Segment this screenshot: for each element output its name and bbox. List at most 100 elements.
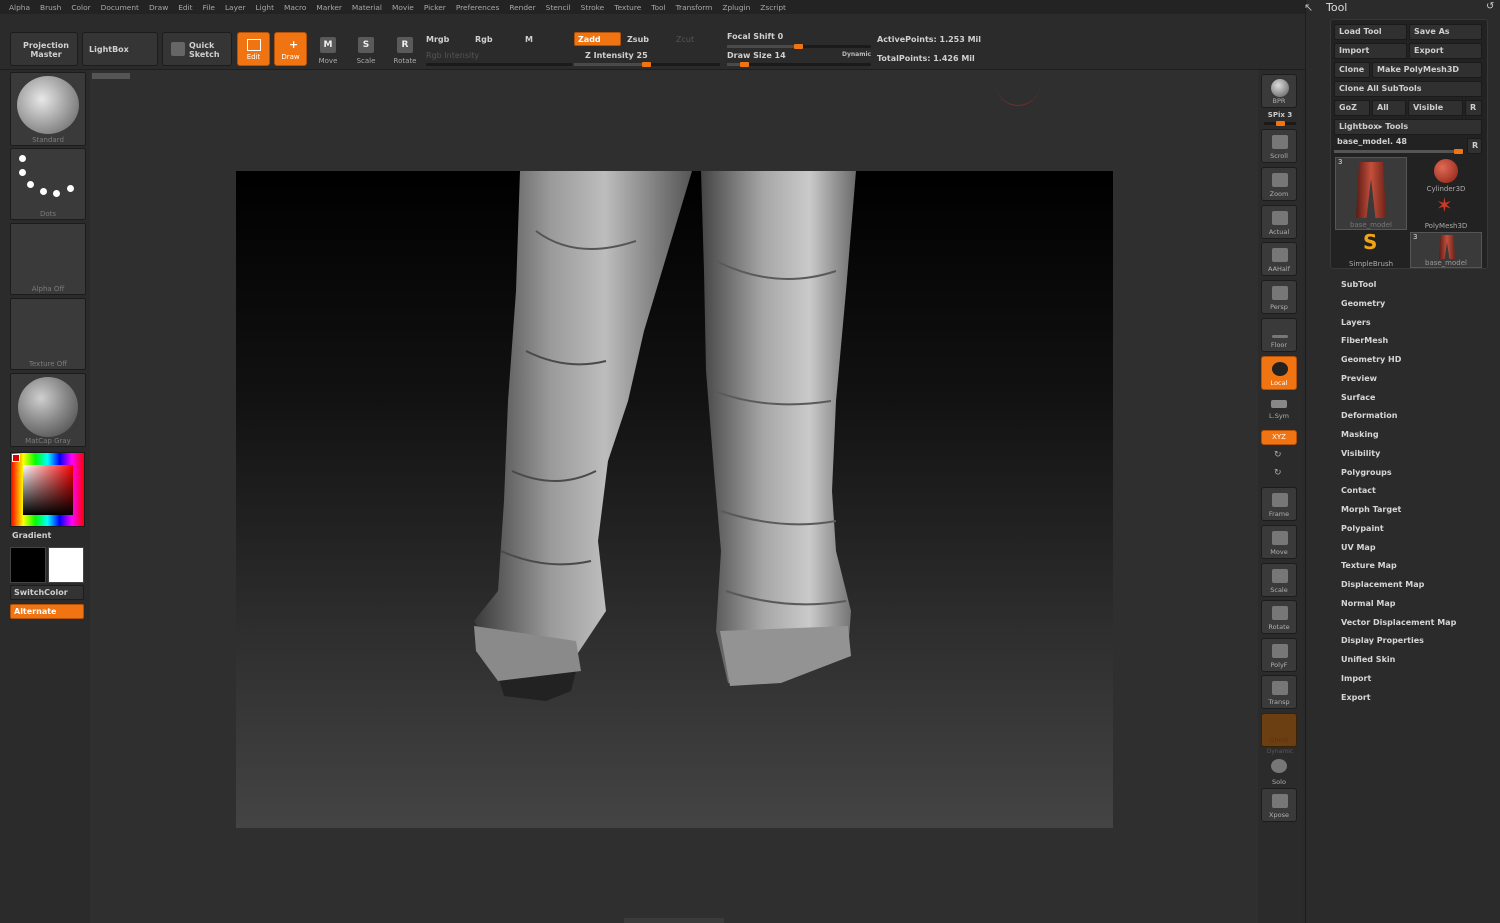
- menu-geometry-hd[interactable]: Geometry HD: [1341, 355, 1401, 364]
- menu-material[interactable]: Material: [352, 3, 382, 12]
- menu-picker[interactable]: Picker: [424, 3, 446, 12]
- rgb-button[interactable]: Rgb: [475, 35, 493, 44]
- local-button[interactable]: Local: [1261, 356, 1297, 390]
- mrgb-button[interactable]: Mrgb: [426, 35, 449, 44]
- menu-polypaint[interactable]: Polypaint: [1341, 524, 1384, 533]
- frame-button[interactable]: Frame: [1261, 487, 1297, 521]
- texture-picker[interactable]: Texture Off: [10, 298, 86, 370]
- tool-tile-cylinder3d[interactable]: Cylinder3D: [1410, 157, 1482, 193]
- menu-brush[interactable]: Brush: [40, 3, 61, 12]
- menu-zplugin[interactable]: Zplugin: [722, 3, 750, 12]
- document-canvas[interactable]: [90, 70, 1258, 923]
- tool-tile-base-model[interactable]: 3 base_model: [1335, 157, 1407, 230]
- menu-preferences[interactable]: Preferences: [456, 3, 499, 12]
- menu-uv-map[interactable]: UV Map: [1341, 543, 1376, 552]
- projection-master-button[interactable]: Projection Master: [10, 32, 78, 66]
- menu-stencil[interactable]: Stencil: [546, 3, 571, 12]
- visible-button[interactable]: Visible: [1408, 100, 1463, 116]
- z-intensity-slider[interactable]: [574, 62, 720, 67]
- menu-deformation[interactable]: Deformation: [1341, 411, 1397, 420]
- bottom-scroll-handle[interactable]: [624, 918, 724, 923]
- menu-normal-map[interactable]: Normal Map: [1341, 599, 1395, 608]
- actual-button[interactable]: Actual: [1261, 205, 1297, 239]
- draw-button[interactable]: + Draw: [274, 32, 307, 66]
- menu-texture[interactable]: Texture: [614, 3, 641, 12]
- menu-zscript[interactable]: Zscript: [760, 3, 786, 12]
- material-picker[interactable]: MatCap Gray: [10, 373, 86, 447]
- lightbox-tools-button[interactable]: Lightbox▸ Tools: [1334, 119, 1482, 135]
- menu-macro[interactable]: Macro: [284, 3, 306, 12]
- m-button[interactable]: M: [525, 35, 533, 44]
- brush-picker[interactable]: Standard: [10, 72, 86, 146]
- alpha-picker[interactable]: Alpha Off: [10, 223, 86, 295]
- clone-button[interactable]: Clone: [1334, 62, 1370, 78]
- draw-size-slider[interactable]: [727, 62, 871, 67]
- main-color-swatch[interactable]: [48, 547, 84, 583]
- canvas-scroll-handle[interactable]: [92, 73, 130, 79]
- export-button[interactable]: Export: [1409, 43, 1482, 59]
- import-button[interactable]: Import: [1334, 43, 1407, 59]
- alternate-button[interactable]: Alternate: [10, 604, 84, 619]
- menu-light[interactable]: Light: [256, 3, 274, 12]
- rotate-view-button[interactable]: Rotate: [1261, 600, 1297, 634]
- menu-vector-displacement-map[interactable]: Vector Displacement Map: [1341, 618, 1456, 627]
- menu-subtool[interactable]: SubTool: [1341, 280, 1376, 289]
- stroke-picker[interactable]: Dots: [10, 148, 86, 220]
- aahalf-button[interactable]: AAHalf: [1261, 242, 1297, 276]
- current-tool-r-button[interactable]: R: [1467, 138, 1482, 154]
- current-tool-slider[interactable]: base_model. 48: [1337, 137, 1407, 146]
- lsym-button[interactable]: L.Sym: [1261, 396, 1297, 422]
- zoom-button[interactable]: Zoom: [1261, 167, 1297, 201]
- quick-sketch-button[interactable]: Quick Sketch: [162, 32, 232, 66]
- scroll-button[interactable]: Scroll: [1261, 129, 1297, 163]
- make-polymesh-button[interactable]: Make PolyMesh3D: [1372, 62, 1482, 78]
- tool-palette-title[interactable]: Tool: [1326, 1, 1347, 14]
- transp-button[interactable]: Transp: [1261, 675, 1297, 709]
- zadd-button[interactable]: Zadd: [574, 32, 621, 46]
- ghost-button[interactable]: Ghost: [1261, 713, 1297, 747]
- menu-display-properties[interactable]: Display Properties: [1341, 636, 1424, 645]
- move-button[interactable]: M Move: [312, 35, 344, 69]
- color-picker[interactable]: [10, 452, 85, 527]
- menu-document[interactable]: Document: [101, 3, 139, 12]
- xyz-button[interactable]: XYZ: [1261, 430, 1297, 445]
- bpr-button[interactable]: BPR: [1261, 74, 1297, 108]
- clone-all-subtools-button[interactable]: Clone All SubTools: [1334, 81, 1482, 97]
- menu-movie[interactable]: Movie: [392, 3, 414, 12]
- zcut-button[interactable]: Zcut: [676, 35, 694, 44]
- menu-marker[interactable]: Marker: [316, 3, 342, 12]
- dynamic-toggle[interactable]: Dynamic: [842, 51, 871, 58]
- scale-button[interactable]: S Scale: [350, 35, 382, 69]
- menu-unified-skin[interactable]: Unified Skin: [1341, 655, 1395, 664]
- save-as-button[interactable]: Save As: [1409, 24, 1482, 40]
- tool-tile-polymesh3d[interactable]: ✶ PolyMesh3D: [1410, 194, 1482, 230]
- edit-button[interactable]: Edit: [237, 32, 270, 66]
- rotate-y-icon[interactable]: ↻: [1274, 450, 1282, 460]
- menu-displacement-map[interactable]: Displacement Map: [1341, 580, 1424, 589]
- lightbox-button[interactable]: LightBox: [82, 32, 158, 66]
- tool-tile-base-model-2[interactable]: 3 base_model: [1410, 232, 1482, 268]
- menu-draw[interactable]: Draw: [149, 3, 168, 12]
- menu-import[interactable]: Import: [1341, 674, 1371, 683]
- menu-morph-target[interactable]: Morph Target: [1341, 505, 1401, 514]
- menu-layers[interactable]: Layers: [1341, 318, 1371, 327]
- goz-r-button[interactable]: R: [1465, 100, 1482, 116]
- menu-surface[interactable]: Surface: [1341, 393, 1375, 402]
- persp-button[interactable]: Persp: [1261, 280, 1297, 314]
- menu-polygroups[interactable]: Polygroups: [1341, 468, 1392, 477]
- menu-geometry[interactable]: Geometry: [1341, 299, 1385, 308]
- solo-button[interactable]: Solo: [1261, 754, 1297, 788]
- polyf-button[interactable]: PolyF: [1261, 638, 1297, 672]
- load-tool-button[interactable]: Load Tool: [1334, 24, 1407, 40]
- menu-texture-map[interactable]: Texture Map: [1341, 561, 1397, 570]
- menu-alpha[interactable]: Alpha: [9, 3, 30, 12]
- xpose-button[interactable]: Xpose: [1261, 788, 1297, 822]
- switch-color-button[interactable]: SwitchColor: [10, 585, 84, 600]
- menu-tool[interactable]: Tool: [651, 3, 665, 12]
- menu-contact[interactable]: Contact: [1341, 486, 1376, 495]
- rotate-z-icon[interactable]: ↻: [1274, 468, 1282, 478]
- menu-render[interactable]: Render: [509, 3, 535, 12]
- menu-visibility[interactable]: Visibility: [1341, 449, 1380, 458]
- menu-export[interactable]: Export: [1341, 693, 1371, 702]
- floor-button[interactable]: Floor: [1261, 318, 1297, 352]
